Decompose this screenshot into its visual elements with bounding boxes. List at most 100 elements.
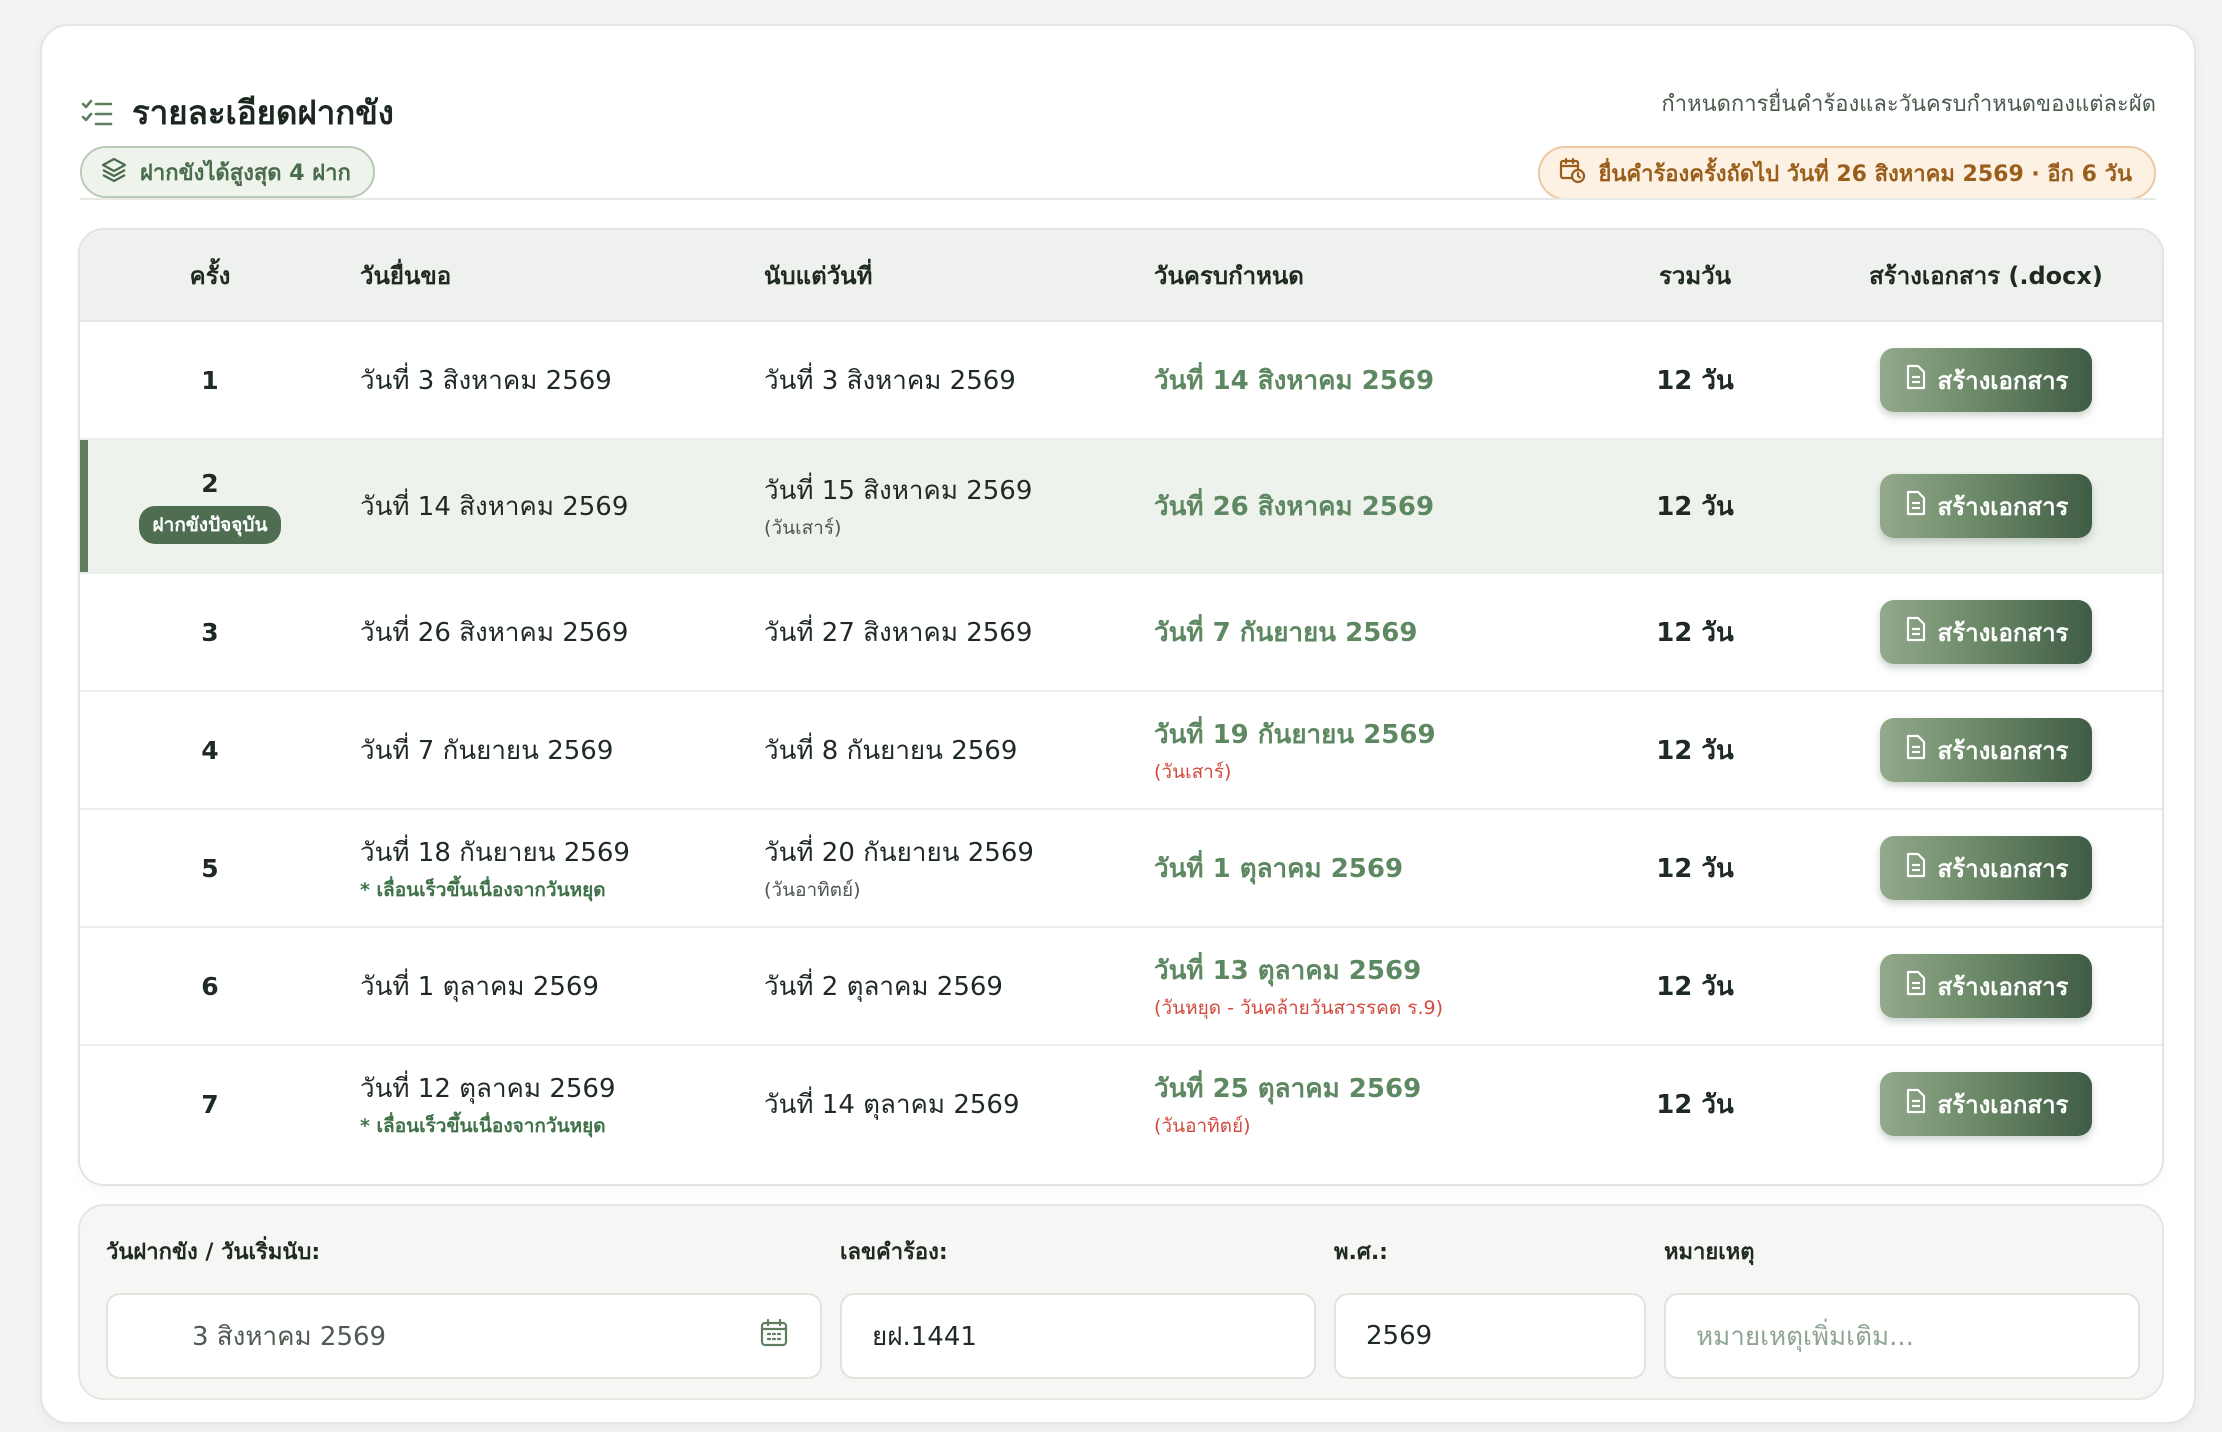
table-row: 5 วันที่ 18 กันยายน 2569 * เลื่อนเร็วขึ้… bbox=[80, 810, 2162, 928]
next-filing-text: ยื่นคำร้องครั้งถัดไป วันที่ 26 สิงหาคม 2… bbox=[1598, 161, 2132, 187]
year-value: 2569 bbox=[1366, 1321, 1433, 1351]
round-number: 4 bbox=[201, 735, 219, 765]
title-row: รายละเอียดฝากขัง bbox=[80, 86, 394, 139]
filed-date: วันที่ 3 สิงหาคม 2569 bbox=[360, 365, 612, 396]
count-from-date: วันที่ 27 สิงหาคม 2569 bbox=[764, 617, 1033, 648]
round-number: 1 bbox=[201, 365, 219, 395]
table-row: 4 วันที่ 7 กันยายน 2569 วันที่ 8 กันยายน… bbox=[80, 692, 2162, 810]
table-row: 1 วันที่ 3 สิงหาคม 2569 วันที่ 3 สิงหาคม… bbox=[80, 322, 2162, 440]
due-date: วันที่ 19 กันยายน 2569 bbox=[1154, 719, 1436, 750]
document-icon bbox=[1904, 734, 1928, 767]
page-title: รายละเอียดฝากขัง bbox=[132, 93, 394, 132]
note-placeholder: หมายเหตุเพิ่มเติม... bbox=[1696, 1321, 1914, 1352]
create-document-button[interactable]: สร้างเอกสาร bbox=[1880, 836, 2092, 900]
create-document-label: สร้างเอกสาร bbox=[1937, 855, 2069, 883]
due-date-note: (วันหยุด - วันคล้ายวันสวรรคต ร.9) bbox=[1154, 996, 1443, 1019]
create-document-label: สร้างเอกสาร bbox=[1937, 493, 2069, 521]
year-input[interactable]: 2569 bbox=[1334, 1293, 1646, 1379]
create-document-button[interactable]: สร้างเอกสาร bbox=[1880, 600, 2092, 664]
col-filed-date: วันยื่นขอ bbox=[360, 261, 452, 290]
document-icon bbox=[1904, 1088, 1928, 1121]
table-row-current: 2 ฝากขังปัจจุบัน วันที่ 14 สิงหาคม 2569 … bbox=[80, 440, 2162, 574]
card-header: รายละเอียดฝากขัง ฝากขังได้สูงสุด 4 ฝาก ก… bbox=[80, 64, 2156, 200]
total-days: 12 วัน bbox=[1656, 491, 1734, 522]
case-number-label: เลขคำร้อง: bbox=[840, 1240, 948, 1265]
round-number: 6 bbox=[201, 971, 219, 1001]
table-header: ครั้ง วันยื่นขอ นับแต่วันที่ วันครบกำหนด… bbox=[80, 230, 2162, 322]
due-date-note: (วันอาทิตย์) bbox=[1154, 1114, 1251, 1137]
due-date-note: (วันเสาร์) bbox=[1154, 760, 1232, 783]
due-date: วันที่ 7 กันยายน 2569 bbox=[1154, 617, 1418, 648]
filed-date: วันที่ 14 สิงหาคม 2569 bbox=[360, 491, 629, 522]
schedule-subtitle: กำหนดการยื่นคำร้องและวันครบกำหนดของแต่ละ… bbox=[1661, 92, 2156, 117]
case-number-input[interactable]: ยฝ.1441 bbox=[840, 1293, 1316, 1379]
header-divider bbox=[80, 198, 2156, 200]
create-document-label: สร้างเอกสาร bbox=[1937, 737, 2069, 765]
create-document-label: สร้างเอกสาร bbox=[1937, 367, 2069, 395]
due-date: วันที่ 14 สิงหาคม 2569 bbox=[1154, 365, 1435, 396]
col-due-date: วันครบกำหนด bbox=[1154, 261, 1304, 290]
round-number: 5 bbox=[201, 853, 219, 883]
filed-date: วันที่ 7 กันยายน 2569 bbox=[360, 735, 614, 766]
create-document-label: สร้างเอกสาร bbox=[1937, 619, 2069, 647]
filed-date-note: * เลื่อนเร็วขึ้นเนื่องจากวันหยุด bbox=[360, 878, 606, 901]
create-document-button[interactable]: สร้างเอกสาร bbox=[1880, 718, 2092, 782]
calendar-icon[interactable] bbox=[758, 1317, 790, 1356]
filed-date: วันที่ 18 กันยายน 2569 bbox=[360, 837, 630, 868]
total-days: 12 วัน bbox=[1656, 617, 1734, 648]
document-icon bbox=[1904, 364, 1928, 397]
total-days: 12 วัน bbox=[1656, 1089, 1734, 1120]
create-document-button[interactable]: สร้างเอกสาร bbox=[1880, 1072, 2092, 1136]
due-date: วันที่ 1 ตุลาคม 2569 bbox=[1154, 853, 1404, 884]
count-from-date: วันที่ 20 กันยายน 2569 bbox=[764, 837, 1034, 868]
document-icon bbox=[1904, 616, 1928, 649]
col-total-days: รวมวัน bbox=[1658, 261, 1732, 290]
col-create-doc: สร้างเอกสาร (.docx) bbox=[1869, 261, 2103, 290]
document-icon bbox=[1904, 490, 1928, 523]
date-value: 3 สิงหาคม 2569 bbox=[192, 1321, 387, 1352]
count-from-date: วันที่ 15 สิงหาคม 2569 bbox=[764, 475, 1033, 506]
create-document-label: สร้างเอกสาร bbox=[1937, 1091, 2069, 1119]
table-row: 6 วันที่ 1 ตุลาคม 2569 วันที่ 2 ตุลาคม 2… bbox=[80, 928, 2162, 1046]
table-row: 7 วันที่ 12 ตุลาคม 2569 * เลื่อนเร็วขึ้น… bbox=[80, 1046, 2162, 1162]
note-input[interactable]: หมายเหตุเพิ่มเติม... bbox=[1664, 1293, 2140, 1379]
count-from-note: (วันอาทิตย์) bbox=[764, 878, 861, 901]
custody-details-card: รายละเอียดฝากขัง ฝากขังได้สูงสุด 4 ฝาก ก… bbox=[40, 24, 2196, 1424]
total-days: 12 วัน bbox=[1656, 971, 1734, 1002]
due-date: วันที่ 26 สิงหาคม 2569 bbox=[1154, 491, 1435, 522]
round-number: 7 bbox=[201, 1089, 219, 1119]
create-document-button[interactable]: สร้างเอกสาร bbox=[1880, 348, 2092, 412]
total-days: 12 วัน bbox=[1656, 853, 1734, 884]
custody-table: ครั้ง วันยื่นขอ นับแต่วันที่ วันครบกำหนด… bbox=[78, 228, 2164, 1186]
create-document-button[interactable]: สร้างเอกสาร bbox=[1880, 954, 2092, 1018]
count-from-date: วันที่ 8 กันยายน 2569 bbox=[764, 735, 1018, 766]
total-days: 12 วัน bbox=[1656, 735, 1734, 766]
count-from-date: วันที่ 3 สิงหาคม 2569 bbox=[764, 365, 1016, 396]
filed-date: วันที่ 12 ตุลาคม 2569 bbox=[360, 1073, 616, 1104]
col-count-from: นับแต่วันที่ bbox=[764, 261, 873, 290]
year-label: พ.ศ.: bbox=[1334, 1240, 1388, 1265]
note-label: หมายเหตุ bbox=[1664, 1240, 1755, 1265]
count-from-date: วันที่ 2 ตุลาคม 2569 bbox=[764, 971, 1003, 1002]
due-date: วันที่ 13 ตุลาคม 2569 bbox=[1154, 955, 1422, 986]
case-number-field: เลขคำร้อง: ยฝ.1441 bbox=[840, 1234, 1316, 1379]
total-days: 12 วัน bbox=[1656, 365, 1734, 396]
col-round: ครั้ง bbox=[189, 261, 231, 290]
due-date: วันที่ 25 ตุลาคม 2569 bbox=[1154, 1073, 1422, 1104]
create-document-button[interactable]: สร้างเอกสาร bbox=[1880, 474, 2092, 538]
case-number-value: ยฝ.1441 bbox=[872, 1321, 977, 1352]
document-icon bbox=[1904, 970, 1928, 1003]
count-from-note: (วันเสาร์) bbox=[764, 516, 842, 539]
filed-date: วันที่ 26 สิงหาคม 2569 bbox=[360, 617, 629, 648]
date-input[interactable]: 3 สิงหาคม 2569 bbox=[106, 1293, 822, 1379]
layers-icon bbox=[100, 155, 128, 189]
next-filing-badge: ยื่นคำร้องครั้งถัดไป วันที่ 26 สิงหาคม 2… bbox=[1538, 146, 2156, 200]
custody-form: วันฝากขัง / วันเริ่มนับ: 3 สิงหาคม 2569 … bbox=[78, 1204, 2164, 1400]
note-field: หมายเหตุ หมายเหตุเพิ่มเติม... bbox=[1664, 1234, 2140, 1379]
filed-date: วันที่ 1 ตุลาคม 2569 bbox=[360, 971, 599, 1002]
round-number: 2 bbox=[201, 468, 219, 498]
create-document-label: สร้างเอกสาร bbox=[1937, 973, 2069, 1001]
table-row: 3 วันที่ 26 สิงหาคม 2569 วันที่ 27 สิงหา… bbox=[80, 574, 2162, 692]
calendar-clock-icon bbox=[1558, 156, 1586, 190]
max-custody-badge: ฝากขังได้สูงสุด 4 ฝาก bbox=[80, 146, 375, 198]
